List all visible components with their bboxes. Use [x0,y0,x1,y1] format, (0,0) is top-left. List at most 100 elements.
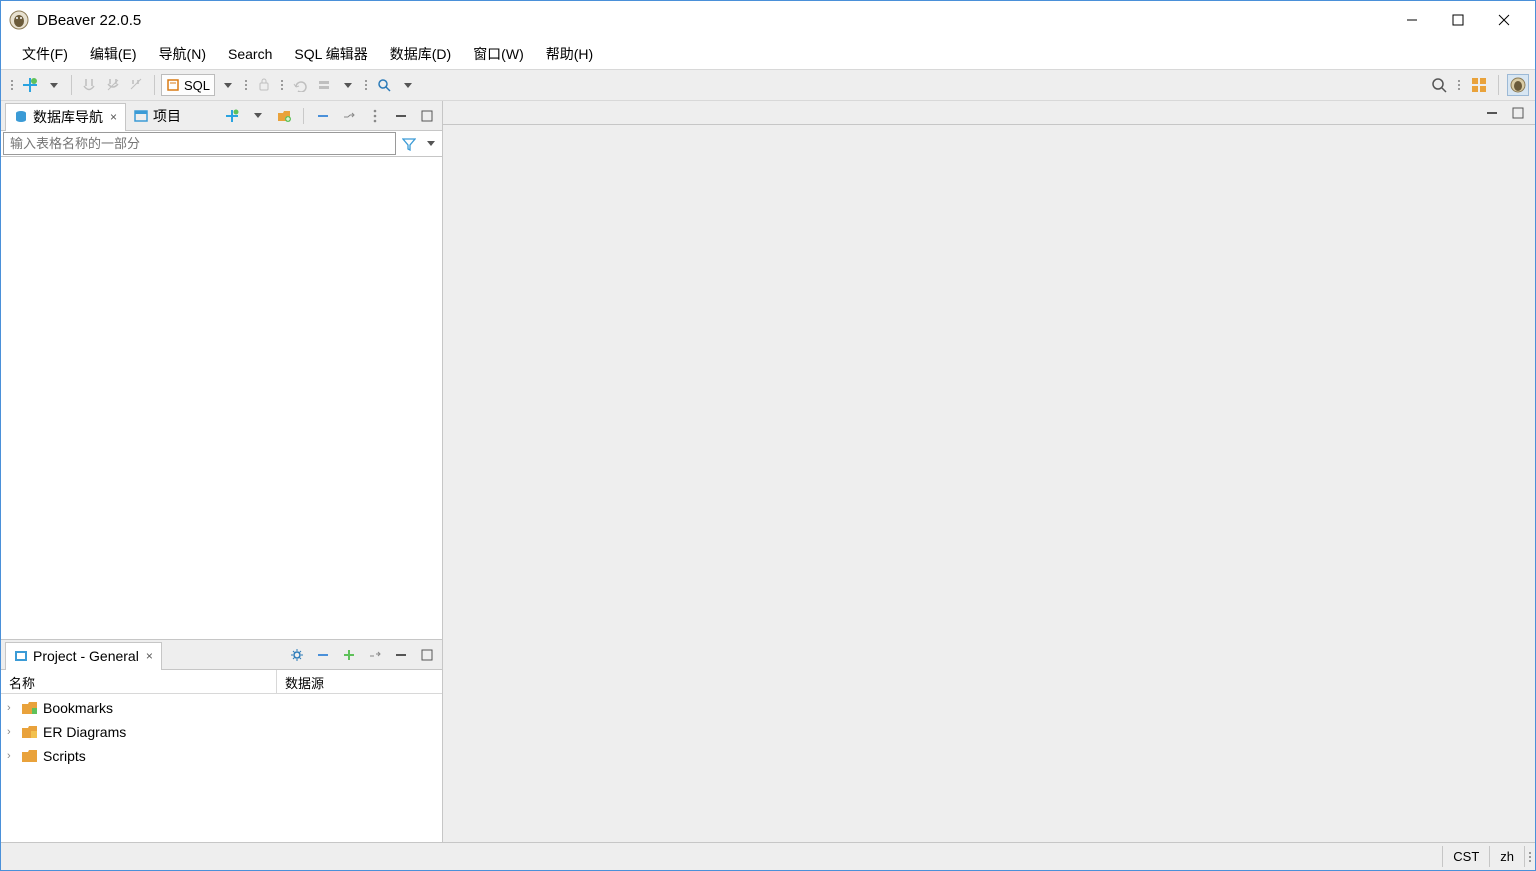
main-area: 数据库导航 × 项目 [1,101,1535,842]
chevron-right-icon: › [7,750,17,762]
projects-icon [134,109,148,123]
folder-icon [22,749,38,763]
statusbar-handle[interactable] [1525,852,1535,862]
disconnect-all-button[interactable] [126,74,148,96]
toolbar-handle-2[interactable] [241,80,251,90]
editor-minimize-icon[interactable] [1481,102,1503,124]
project-item-scripts[interactable]: › Scripts [7,744,436,768]
project-item-label: Bookmarks [43,700,113,716]
editor-maximize-icon[interactable] [1507,102,1529,124]
sql-editor-button[interactable]: SQL [161,74,215,96]
commit-button[interactable] [253,74,275,96]
project-link-icon[interactable] [364,644,386,666]
window-close-button[interactable] [1481,5,1527,35]
nav-new-folder-icon[interactable] [273,105,295,127]
nav-new-connection-icon[interactable] [221,105,243,127]
navigator-filter-input[interactable] [3,132,396,155]
project-col-name[interactable]: 名称 [1,670,277,693]
chevron-right-icon: › [7,702,17,714]
tab-projects-label: 项目 [153,106,181,126]
nav-maximize-icon[interactable] [416,105,438,127]
nav-collapse-icon[interactable] [312,105,334,127]
database-navigator-panel: 数据库导航 × 项目 [1,101,442,640]
tab-projects[interactable]: 项目 [126,102,189,130]
folder-icon [22,701,38,715]
project-columns-header: 名称 数据源 [1,670,442,694]
app-icon [9,10,29,30]
rollback-button[interactable] [289,74,311,96]
close-icon[interactable]: × [146,649,153,663]
tab-database-navigator-label: 数据库导航 [33,107,103,127]
project-panel: Project - General × 名称 数 [1,640,442,842]
new-connection-dropdown[interactable] [43,74,65,96]
menubar: 文件(F) 编辑(E) 导航(N) Search SQL 编辑器 数据库(D) … [1,39,1535,69]
global-search-button[interactable] [1428,74,1450,96]
left-column: 数据库导航 × 项目 [1,101,443,842]
folder-icon [22,725,38,739]
project-configure-icon[interactable] [286,644,308,666]
connect-button[interactable] [78,74,100,96]
tab-project-general[interactable]: Project - General × [5,642,162,670]
titlebar: DBeaver 22.0.5 [1,1,1535,39]
editor-empty-area[interactable] [447,129,1531,838]
project-create-icon[interactable] [338,644,360,666]
search-button[interactable] [373,74,395,96]
project-item-label: ER Diagrams [43,724,126,740]
window-maximize-button[interactable] [1435,5,1481,35]
menu-help[interactable]: 帮助(H) [537,40,602,68]
close-icon[interactable]: × [110,110,117,124]
main-toolbar: SQL [1,69,1535,101]
filter-dropdown[interactable] [420,131,442,156]
menu-sql-editor[interactable]: SQL 编辑器 [285,40,376,68]
editor-tabstrip [443,101,1535,125]
nav-new-connection-dropdown[interactable] [247,105,269,127]
status-timezone[interactable]: CST [1442,846,1490,867]
app-title: DBeaver 22.0.5 [37,12,141,29]
project-tabstrip: Project - General × [1,640,442,670]
search-dropdown[interactable] [397,74,419,96]
tab-database-navigator[interactable]: 数据库导航 × [5,103,126,131]
menu-edit[interactable]: 编辑(E) [81,40,146,68]
new-connection-button[interactable] [19,74,41,96]
app-window: DBeaver 22.0.5 文件(F) 编辑(E) 导航(N) Search … [0,0,1536,871]
toolbar-handle[interactable] [7,80,17,90]
window-minimize-button[interactable] [1389,5,1435,35]
project-item-bookmarks[interactable]: › Bookmarks [7,696,436,720]
database-icon [14,110,28,124]
statusbar: CST zh [1,842,1535,870]
menu-window[interactable]: 窗口(W) [464,40,533,68]
menu-file[interactable]: 文件(F) [13,40,77,68]
nav-link-editor-icon[interactable] [338,105,360,127]
perspective-default-button[interactable] [1507,74,1529,96]
toolbar-handle-right[interactable] [1454,80,1464,90]
tab-project-general-label: Project - General [33,648,139,664]
chevron-right-icon: › [7,726,17,738]
editor-area [443,101,1535,842]
navigator-tabstrip: 数据库导航 × 项目 [1,101,442,131]
sql-editor-dropdown[interactable] [217,74,239,96]
project-maximize-icon[interactable] [416,644,438,666]
project-body: 名称 数据源 › Bookmarks › ER Diagrams [1,670,442,842]
toolbar-handle-4[interactable] [361,80,371,90]
navigator-filter-row [1,131,442,157]
perspective-dbeaver-button[interactable] [1468,74,1490,96]
nav-view-menu-icon[interactable] [364,105,386,127]
toolbar-handle-3[interactable] [277,80,287,90]
menu-database[interactable]: 数据库(D) [381,40,460,68]
disconnect-button[interactable] [102,74,124,96]
project-col-datasource[interactable]: 数据源 [277,670,442,693]
nav-minimize-icon[interactable] [390,105,412,127]
project-minimize-icon[interactable] [390,644,412,666]
project-icon [14,649,28,663]
project-collapse-icon[interactable] [312,644,334,666]
navigator-tree[interactable] [1,157,442,639]
menu-navigate[interactable]: 导航(N) [150,40,215,68]
project-tree: › Bookmarks › ER Diagrams › Scrip [1,694,442,770]
transaction-dropdown[interactable] [337,74,359,96]
project-item-er-diagrams[interactable]: › ER Diagrams [7,720,436,744]
project-item-label: Scripts [43,748,86,764]
filter-icon[interactable] [398,131,420,156]
transaction-mode-button[interactable] [313,74,335,96]
status-locale[interactable]: zh [1489,846,1525,867]
menu-search[interactable]: Search [219,42,281,66]
